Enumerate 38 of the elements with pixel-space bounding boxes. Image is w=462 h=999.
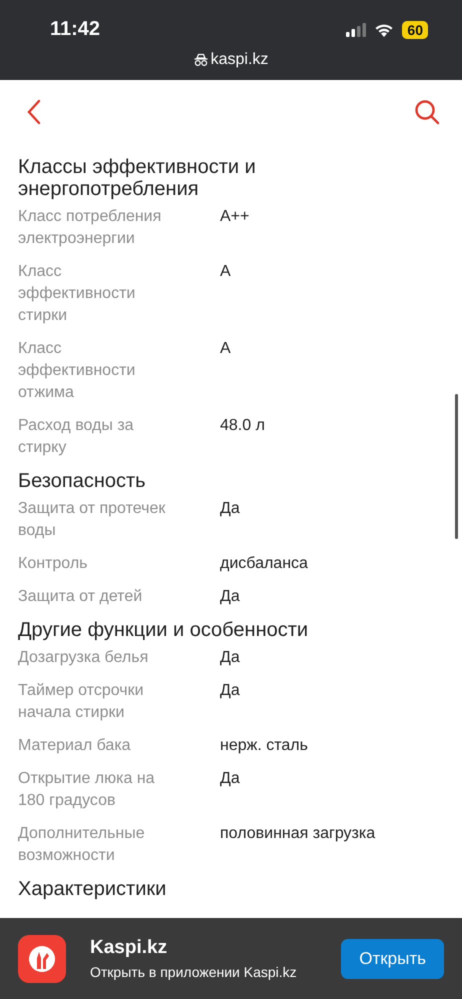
spec-label: Класс потребления электроэнергии <box>18 207 162 249</box>
section-heading: Безопасность <box>18 470 147 492</box>
spec-label: Защита от протечек воды <box>18 499 166 541</box>
wifi-icon <box>374 22 394 37</box>
spec-value: A <box>220 339 232 359</box>
spec-label: Защита от детей <box>18 587 144 607</box>
spec-value: Да <box>220 769 241 789</box>
spec-label: Класс эффективности отжима <box>18 339 136 403</box>
spec-value: половинная загрузка <box>220 824 376 844</box>
spec-value: Да <box>220 587 241 607</box>
spec-label: Расход воды за стирку <box>18 416 135 458</box>
section-heading: Характеристики <box>18 878 168 900</box>
banner-title: Kaspi.kz <box>90 937 168 959</box>
spec-label: Открытие люка на 180 градусов <box>18 769 156 811</box>
spec-value: Да <box>220 681 241 701</box>
section-heading: Классы эффективности и энергопотребления <box>18 156 257 200</box>
spec-label: Класс эффективности стирки <box>18 262 136 326</box>
spec-label: Дополнительные возможности <box>18 824 146 866</box>
spec-label: Дозагрузка белья <box>18 648 150 668</box>
open-button[interactable]: Открыть <box>341 938 444 978</box>
address-bar[interactable]: kaspi.kz <box>194 51 268 69</box>
status-time: 11:42 <box>50 18 100 41</box>
spec-value: A++ <box>220 207 250 227</box>
app-icon <box>18 934 66 982</box>
spec-value: Да <box>220 648 241 668</box>
signal-icon <box>346 22 366 36</box>
spec-value: нерж. сталь <box>220 736 309 756</box>
spec-label: Таймер отсрочки начала стирки <box>18 681 145 723</box>
banner-subtitle: Открыть в приложении Kaspi.kz <box>90 964 298 980</box>
spec-value: 48.0 л <box>220 416 266 436</box>
battery-indicator: 60 <box>402 20 428 38</box>
incognito-icon <box>194 53 208 67</box>
spec-label: Материал бака <box>18 736 132 756</box>
spec-value: Да <box>220 499 241 519</box>
spec-value: A <box>220 262 232 282</box>
spec-label: Контроль <box>18 554 88 574</box>
spec-value: дисбаланса <box>220 554 309 574</box>
section-heading: Другие функции и особенности <box>18 619 310 641</box>
